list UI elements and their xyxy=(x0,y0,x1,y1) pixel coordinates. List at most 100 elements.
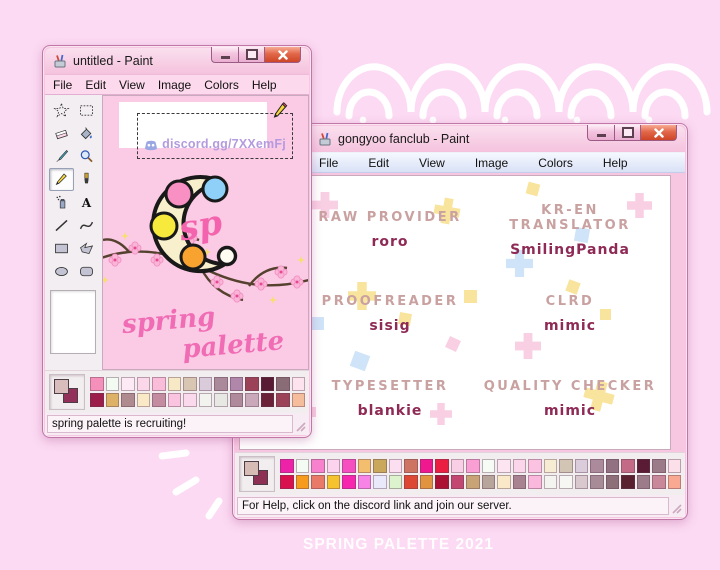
color-swatch[interactable] xyxy=(90,393,104,407)
color-swatch[interactable] xyxy=(404,459,418,473)
color-swatch[interactable] xyxy=(512,459,526,473)
color-swatch[interactable] xyxy=(621,475,635,489)
color-swatch[interactable] xyxy=(280,475,294,489)
tool-pick-color[interactable] xyxy=(49,145,74,168)
close-button[interactable] xyxy=(641,125,677,141)
color-swatch[interactable] xyxy=(357,459,371,473)
color-swatch[interactable] xyxy=(295,475,309,489)
color-swatch[interactable] xyxy=(105,393,119,407)
color-swatch[interactable] xyxy=(136,393,150,407)
resize-grip[interactable] xyxy=(295,416,307,432)
color-swatch[interactable] xyxy=(105,377,119,391)
maximize-button[interactable] xyxy=(238,47,265,63)
menu-item-view[interactable]: View xyxy=(119,78,145,92)
tool-select[interactable] xyxy=(74,99,99,122)
color-swatch[interactable] xyxy=(183,393,197,407)
menu-item-colors[interactable]: Colors xyxy=(204,78,239,92)
color-swatch[interactable] xyxy=(528,475,542,489)
color-swatch[interactable] xyxy=(528,459,542,473)
tool-airbrush[interactable] xyxy=(49,191,74,214)
color-swatch[interactable] xyxy=(229,393,243,407)
color-swatch[interactable] xyxy=(311,459,325,473)
color-swatch[interactable] xyxy=(667,459,681,473)
color-swatch[interactable] xyxy=(636,459,650,473)
color-swatch[interactable] xyxy=(388,459,402,473)
color-swatch[interactable] xyxy=(198,393,212,407)
color-swatch[interactable] xyxy=(373,459,387,473)
menu-item-image[interactable]: Image xyxy=(158,78,191,92)
foreground-color[interactable] xyxy=(244,461,259,476)
color-swatch[interactable] xyxy=(198,377,212,391)
tool-free-form-select[interactable] xyxy=(49,99,74,122)
menu-item-file[interactable]: File xyxy=(319,156,338,170)
color-swatch[interactable] xyxy=(214,393,228,407)
color-swatch[interactable] xyxy=(512,475,526,489)
color-swatch[interactable] xyxy=(466,459,480,473)
color-swatch[interactable] xyxy=(291,393,305,407)
color-swatch[interactable] xyxy=(636,475,650,489)
color-swatch[interactable] xyxy=(121,393,135,407)
menu-item-edit[interactable]: Edit xyxy=(85,78,106,92)
close-button[interactable] xyxy=(265,47,301,63)
color-swatch[interactable] xyxy=(559,459,573,473)
color-swatch[interactable] xyxy=(667,475,681,489)
resize-grip[interactable] xyxy=(671,498,683,514)
color-swatch[interactable] xyxy=(357,475,371,489)
menu-item-image[interactable]: Image xyxy=(475,156,508,170)
color-swatch[interactable] xyxy=(404,475,418,489)
color-swatch[interactable] xyxy=(152,393,166,407)
foreground-color[interactable] xyxy=(54,379,69,394)
color-swatch[interactable] xyxy=(481,475,495,489)
tool-pencil[interactable] xyxy=(49,168,74,191)
color-swatch[interactable] xyxy=(605,459,619,473)
color-swatch[interactable] xyxy=(245,377,259,391)
color-swatch[interactable] xyxy=(214,377,228,391)
color-swatch[interactable] xyxy=(621,459,635,473)
color-swatch[interactable] xyxy=(419,459,433,473)
maximize-button[interactable] xyxy=(614,125,641,141)
color-swatch[interactable] xyxy=(373,475,387,489)
color-swatch[interactable] xyxy=(419,475,433,489)
color-swatch[interactable] xyxy=(326,475,340,489)
color-swatch[interactable] xyxy=(590,475,604,489)
color-swatch[interactable] xyxy=(605,475,619,489)
menu-item-file[interactable]: File xyxy=(53,78,72,92)
color-swatch[interactable] xyxy=(450,475,464,489)
color-swatch[interactable] xyxy=(245,393,259,407)
color-swatch[interactable] xyxy=(121,377,135,391)
color-swatch[interactable] xyxy=(90,377,104,391)
color-swatch[interactable] xyxy=(481,459,495,473)
color-swatch[interactable] xyxy=(466,475,480,489)
menu-item-view[interactable]: View xyxy=(419,156,445,170)
tool-line[interactable] xyxy=(49,214,74,237)
titlebar[interactable]: untitled - Paint xyxy=(45,47,309,74)
color-swatch[interactable] xyxy=(291,377,305,391)
color-swatch[interactable] xyxy=(276,393,290,407)
tool-rounded-rectangle[interactable] xyxy=(74,260,99,283)
menu-item-help[interactable]: Help xyxy=(252,78,277,92)
tool-polygon[interactable] xyxy=(74,237,99,260)
color-swatch[interactable] xyxy=(311,475,325,489)
color-swatch[interactable] xyxy=(342,459,356,473)
paint-canvas[interactable]: discord.gg/7XXemFj sp spring palette xyxy=(102,95,309,370)
color-swatch[interactable] xyxy=(136,377,150,391)
color-swatch[interactable] xyxy=(435,459,449,473)
tool-rectangle[interactable] xyxy=(49,237,74,260)
color-swatch[interactable] xyxy=(280,459,294,473)
color-swatch[interactable] xyxy=(260,377,274,391)
color-swatch[interactable] xyxy=(497,459,511,473)
color-swatch[interactable] xyxy=(543,475,557,489)
color-swatch[interactable] xyxy=(652,459,666,473)
color-swatch[interactable] xyxy=(167,377,181,391)
tool-eraser[interactable] xyxy=(49,122,74,145)
selection-box[interactable]: discord.gg/7XXemFj xyxy=(137,113,293,159)
menu-item-colors[interactable]: Colors xyxy=(538,156,573,170)
color-swatch[interactable] xyxy=(152,377,166,391)
color-swatch[interactable] xyxy=(543,459,557,473)
color-swatch[interactable] xyxy=(590,459,604,473)
tool-fill[interactable] xyxy=(74,122,99,145)
color-swatch[interactable] xyxy=(295,459,309,473)
color-swatch[interactable] xyxy=(388,475,402,489)
minimize-button[interactable] xyxy=(587,125,614,141)
color-swatch[interactable] xyxy=(497,475,511,489)
